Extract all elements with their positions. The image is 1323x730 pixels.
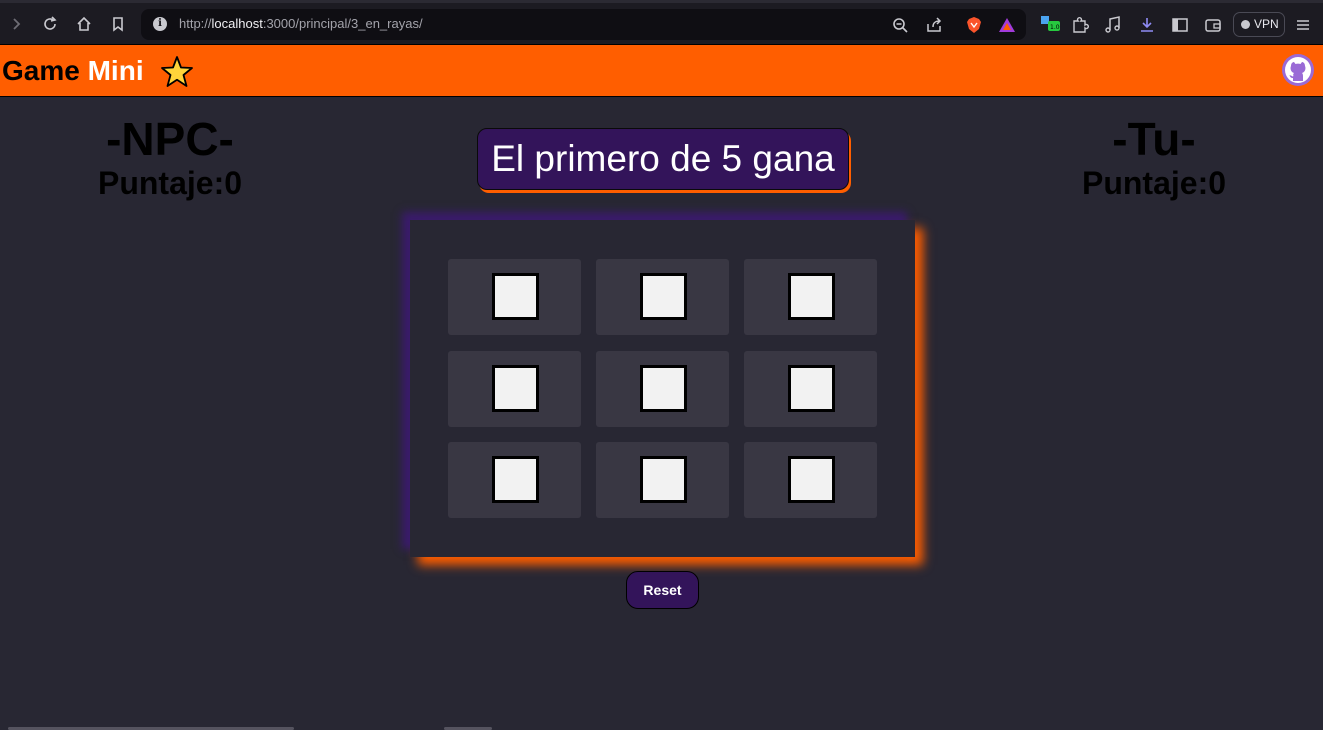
game-board: [410, 220, 915, 557]
site-info-icon[interactable]: i: [153, 17, 167, 31]
board-cell-2[interactable]: [596, 259, 729, 335]
extension-badge-icon[interactable]: 1.00: [1040, 15, 1064, 35]
zoom-icon[interactable]: [891, 16, 909, 34]
star-icon: [160, 55, 194, 89]
reload-icon[interactable]: [39, 13, 61, 35]
cell-square[interactable]: [492, 365, 539, 412]
cell-square[interactable]: [640, 456, 687, 503]
url-prefix: http://: [179, 16, 212, 31]
board-cell-3[interactable]: [744, 259, 877, 335]
forward-icon[interactable]: [5, 13, 27, 35]
url-path: :3000/principal/3_en_rayas/: [262, 16, 423, 31]
vpn-label: VPN: [1254, 17, 1279, 31]
player-name: -Tu-: [1112, 113, 1196, 165]
npc-name: -NPC-: [106, 113, 234, 165]
brand-game-text: Game: [2, 55, 88, 86]
cell-square[interactable]: [788, 365, 835, 412]
cell-square[interactable]: [640, 365, 687, 412]
board-cell-1[interactable]: [448, 259, 581, 335]
npc-panel: -NPC- Puntaje:0: [60, 113, 280, 201]
cell-square[interactable]: [788, 456, 835, 503]
player-score: Puntaje:0: [1081, 165, 1227, 201]
npc-score: Puntaje:0: [97, 165, 243, 201]
goal-banner: El primero de 5 gana: [477, 128, 849, 190]
cell-square[interactable]: [492, 273, 539, 320]
address-bar[interactable]: i http://localhost:3000/principal/3_en_r…: [141, 9, 1026, 40]
sidebar-icon[interactable]: [1170, 15, 1190, 35]
board-cell-7[interactable]: [448, 442, 581, 518]
extensions-puzzle-icon[interactable]: [1070, 15, 1090, 35]
vpn-status-icon: [1241, 20, 1250, 29]
player-panel: -Tu- Puntaje:0: [1044, 113, 1264, 201]
vpn-button[interactable]: VPN: [1233, 12, 1285, 37]
reset-button[interactable]: Reset: [626, 571, 699, 609]
brave-rewards-icon[interactable]: [998, 16, 1016, 34]
board-cell-5[interactable]: [596, 351, 729, 427]
url-text[interactable]: http://localhost:3000/principal/3_en_ray…: [179, 16, 423, 31]
wallet-icon[interactable]: [1203, 15, 1223, 35]
github-icon[interactable]: [1281, 53, 1315, 87]
app-header: Game Mini: [0, 44, 1323, 97]
brave-shield-icon[interactable]: [965, 16, 983, 34]
menu-icon[interactable]: [1293, 15, 1313, 35]
download-icon[interactable]: [1137, 15, 1157, 35]
cell-square[interactable]: [640, 273, 687, 320]
board-cell-6[interactable]: [744, 351, 877, 427]
bookmark-icon[interactable]: [107, 13, 129, 35]
browser-toolbar: i http://localhost:3000/principal/3_en_r…: [0, 0, 1323, 44]
board-cell-8[interactable]: [596, 442, 729, 518]
share-icon[interactable]: [925, 16, 943, 34]
board-cell-9[interactable]: [744, 442, 877, 518]
media-music-icon[interactable]: [1103, 15, 1123, 35]
url-host: localhost: [211, 16, 263, 31]
svg-text:1.00: 1.00: [1050, 24, 1060, 31]
board-cell-4[interactable]: [448, 351, 581, 427]
cell-square[interactable]: [492, 456, 539, 503]
cell-square[interactable]: [788, 273, 835, 320]
brand-mini-text: Mini: [87, 55, 144, 86]
brand-title[interactable]: Game Mini: [2, 55, 144, 87]
home-icon[interactable]: [73, 13, 95, 35]
